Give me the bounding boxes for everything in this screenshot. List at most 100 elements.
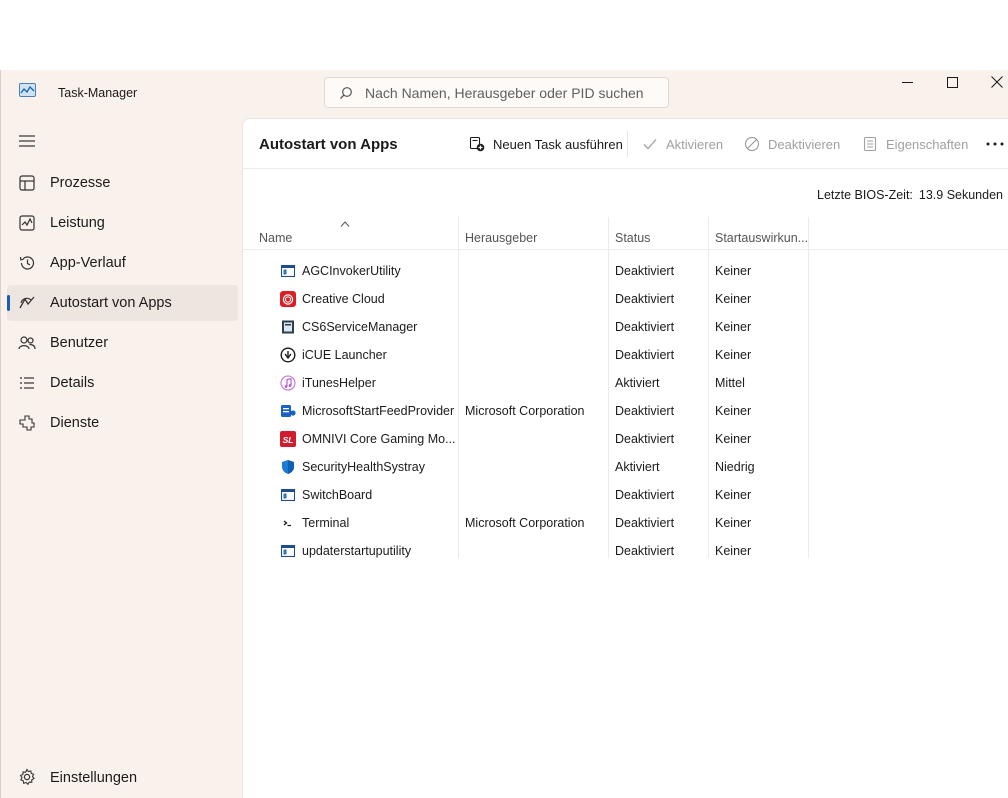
status-cell: Aktiviert <box>615 460 660 474</box>
publisher-cell: Microsoft Corporation <box>465 516 585 530</box>
terminal-icon <box>280 515 296 531</box>
more-options-button[interactable] <box>985 131 1005 157</box>
sidebar-item-app-verlauf[interactable]: App-Verlauf <box>7 245 238 281</box>
table-row[interactable]: Creative Cloud Deaktiviert Keiner <box>243 285 1008 313</box>
hamburger-menu-icon[interactable] <box>18 134 36 148</box>
history-icon <box>19 256 35 270</box>
generic-app-icon <box>280 263 296 279</box>
toolbar-divider <box>627 131 628 157</box>
table-header: Name Herausgeber Status Startauswirkun..… <box>243 217 1008 250</box>
status-cell: Deaktiviert <box>615 516 675 530</box>
app-name-cell: SwitchBoard <box>302 488 373 502</box>
startup-impact-cell: Keiner <box>715 432 752 446</box>
enable-button[interactable]: Aktivieren <box>642 131 723 157</box>
app-name-cell: CS6ServiceManager <box>302 320 418 334</box>
table-row[interactable]: AGCInvokerUtility Deaktiviert Keiner <box>243 257 1008 285</box>
minimize-icon <box>901 81 913 83</box>
column-header-publisher[interactable]: Herausgeber <box>465 231 537 245</box>
table-row[interactable]: SecurityHealthSystray Aktiviert Niedrig <box>243 453 1008 481</box>
properties-label: Eigenschaften <box>886 136 969 152</box>
sidebar-item-label: Leistung <box>50 215 105 231</box>
status-cell: Deaktiviert <box>615 432 675 446</box>
table-row[interactable]: SL OMNIVI Core Gaming Mo... Deaktiviert Kei… <box>243 425 1008 453</box>
omnivi-icon: SL <box>280 431 296 447</box>
maximize-icon <box>946 76 958 88</box>
startup-icon <box>19 296 35 309</box>
generic-app-icon <box>280 543 296 559</box>
status-cell: Deaktiviert <box>615 320 675 334</box>
sidebar-item-label: Details <box>50 375 95 391</box>
more-icon <box>986 142 1004 146</box>
properties-icon <box>863 136 877 152</box>
sidebar-item-details[interactable]: Details <box>7 365 238 401</box>
startup-impact-cell: Keiner <box>715 544 752 558</box>
app-name-cell: Terminal <box>302 516 350 530</box>
gear-icon <box>19 768 35 786</box>
generic-app-icon <box>280 487 296 503</box>
details-icon <box>20 377 34 389</box>
search-input[interactable] <box>365 78 660 107</box>
sidebar-item-benutzer[interactable]: Benutzer <box>7 325 238 361</box>
run-new-task-button[interactable]: Neuen Task ausführen <box>469 131 623 157</box>
minimize-button[interactable] <box>884 70 930 94</box>
status-cell: Deaktiviert <box>615 264 675 278</box>
startup-impact-cell: Keiner <box>715 264 752 278</box>
table-row[interactable]: iCUE Launcher Deaktiviert Keiner <box>243 341 1008 369</box>
sidebar-item-einstellungen[interactable]: Einstellungen <box>7 762 238 794</box>
status-cell: Deaktiviert <box>615 488 675 502</box>
microsoft-start-icon <box>280 403 296 419</box>
table-row[interactable]: SwitchBoard Deaktiviert Keiner <box>243 481 1008 509</box>
startup-impact-cell: Keiner <box>715 348 752 362</box>
task-manager-window: Task-Manager Nach Namen, Herausgeber ode… <box>0 70 1008 798</box>
sidebar-item-leistung[interactable]: Leistung <box>7 205 238 241</box>
sidebar-item-autostart[interactable]: Autostart von Apps <box>7 285 238 321</box>
table-row[interactable]: MicrosoftStartFeedProvider Microsoft Corp… <box>243 397 1008 425</box>
users-icon <box>18 336 36 350</box>
status-cell: Deaktiviert <box>615 544 675 558</box>
title-bar: Task-Manager <box>1 70 1008 118</box>
properties-button[interactable]: Eigenschaften <box>862 131 968 157</box>
enable-label: Aktivieren <box>666 136 724 152</box>
svg-text:SL: SL <box>283 435 294 445</box>
sidebar: Prozesse Leistung App-Verlauf Autostart … <box>1 118 242 798</box>
sidebar-item-label: Benutzer <box>50 335 109 351</box>
sort-ascending-icon <box>340 221 350 227</box>
table-row[interactable]: Terminal Microsoft Corporation Deaktiviert… <box>243 509 1008 537</box>
toolbar: Autostart von Apps Neuen Task ausführen … <box>243 119 1008 169</box>
sidebar-item-dienste[interactable]: Dienste <box>7 405 238 441</box>
table-row[interactable]: updaterstartuputility Deaktiviert Keiner <box>243 537 1008 565</box>
maximize-button[interactable] <box>929 70 975 94</box>
app-name-cell: Creative Cloud <box>302 292 385 306</box>
close-icon <box>991 76 1003 88</box>
itunes-icon <box>280 375 296 391</box>
status-cell: Aktiviert <box>615 376 660 390</box>
column-header-startup-impact[interactable]: Startauswirkun... <box>715 231 808 245</box>
column-header-name[interactable]: Name <box>259 231 292 245</box>
column-header-status[interactable]: Status <box>615 231 650 245</box>
main-panel: Autostart von Apps Neuen Task ausführen … <box>242 118 1008 798</box>
sidebar-item-label: Prozesse <box>50 175 111 191</box>
performance-icon <box>19 215 35 231</box>
bios-time-value: 13.9 Sekunden <box>918 188 1003 202</box>
table-row[interactable]: iTunesHelper Aktiviert Mittel <box>243 369 1008 397</box>
search-box[interactable] <box>324 77 669 108</box>
table-row[interactable]: CS6ServiceManager Deaktiviert Keiner <box>243 313 1008 341</box>
sidebar-item-prozesse[interactable]: Prozesse <box>7 165 238 201</box>
close-button[interactable] <box>974 70 1008 94</box>
sidebar-item-label: Dienste <box>50 415 100 431</box>
startup-impact-cell: Niedrig <box>715 460 755 474</box>
startup-impact-cell: Keiner <box>715 292 752 306</box>
creative-cloud-icon <box>280 291 296 307</box>
settings-label: Einstellungen <box>50 770 138 786</box>
disable-label: Deaktivieren <box>768 136 841 152</box>
checkmark-icon <box>643 139 657 150</box>
services-icon <box>19 415 35 431</box>
startup-impact-cell: Keiner <box>715 320 752 334</box>
app-title: Task-Manager <box>58 86 138 100</box>
disable-button[interactable]: Deaktivieren <box>744 131 840 157</box>
icue-icon <box>280 347 296 363</box>
run-new-task-label: Neuen Task ausführen <box>493 136 623 152</box>
new-task-icon <box>469 136 485 152</box>
service-manager-icon <box>280 319 296 335</box>
app-name-cell: iTunesHelper <box>302 376 376 390</box>
